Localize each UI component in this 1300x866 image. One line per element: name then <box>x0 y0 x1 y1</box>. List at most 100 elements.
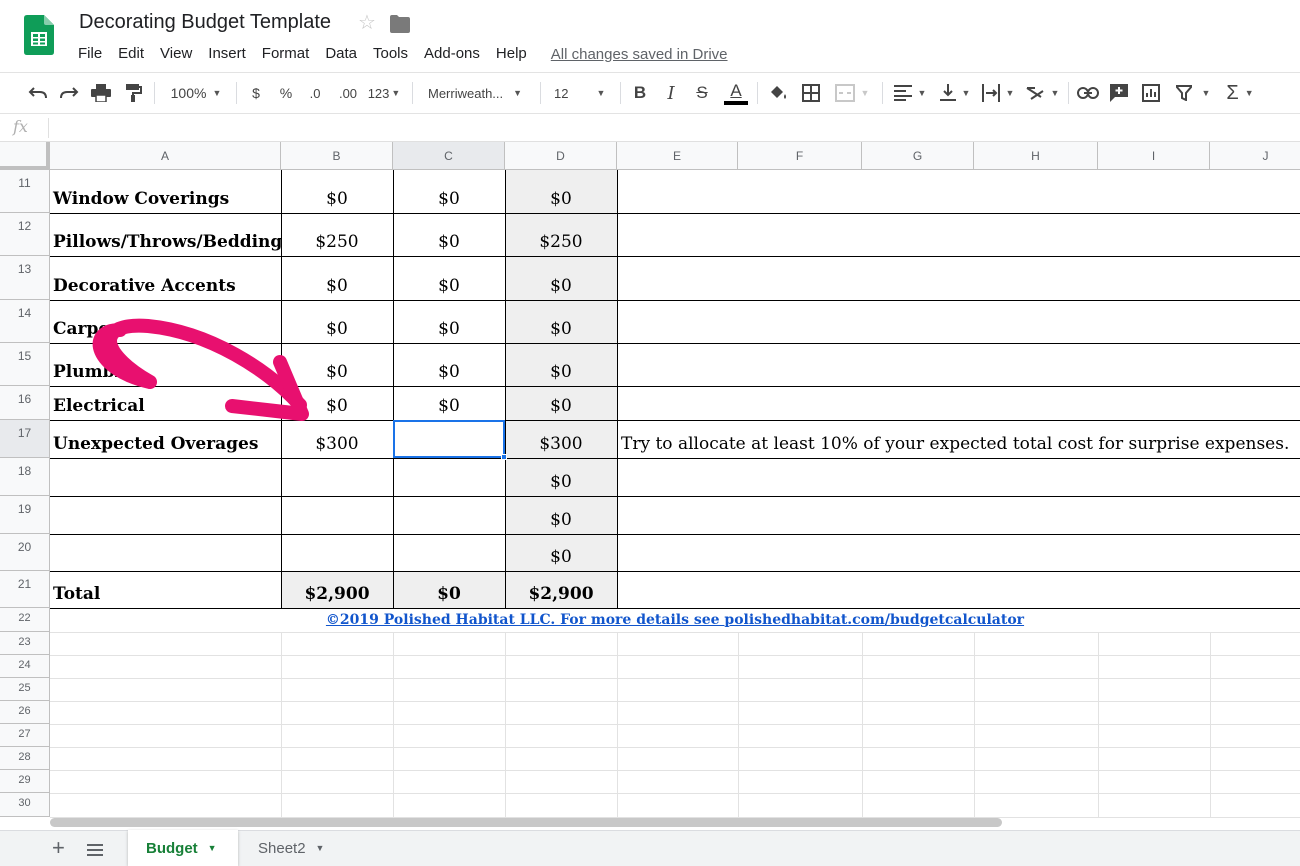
row-header-11[interactable]: 11 <box>0 170 50 213</box>
row-header-27[interactable]: 27 <box>0 724 50 747</box>
column-header-i[interactable]: I <box>1098 142 1210 170</box>
row-header-30[interactable]: 30 <box>0 793 50 817</box>
strikethrough-button[interactable]: S <box>692 73 712 113</box>
row-header-18[interactable]: 18 <box>0 458 50 496</box>
horizontal-scrollbar[interactable] <box>50 818 1002 827</box>
menu-data[interactable]: Data <box>317 44 365 64</box>
column-header-h[interactable]: H <box>974 142 1098 170</box>
cell-c16[interactable]: $0 <box>393 386 505 420</box>
formula-input[interactable] <box>56 118 1286 138</box>
cell-c14[interactable]: $0 <box>393 300 505 343</box>
spreadsheet-grid[interactable]: A B C D E F G H I J 11 12 13 14 15 16 17… <box>0 142 1300 830</box>
cell-c21[interactable]: $0 <box>393 571 505 608</box>
column-header-f[interactable]: F <box>738 142 862 170</box>
cell-b14[interactable]: $0 <box>281 300 393 343</box>
bold-button[interactable]: B <box>630 73 650 113</box>
insert-comment-button[interactable] <box>1108 73 1130 113</box>
cell-d11[interactable]: $0 <box>505 170 617 213</box>
horizontal-align-button[interactable]: ▼ <box>892 73 928 113</box>
cell-c15[interactable]: $0 <box>393 343 505 386</box>
functions-button[interactable]: Σ ▼ <box>1222 73 1258 113</box>
cell-c13[interactable]: $0 <box>393 256 505 300</box>
vertical-align-button[interactable]: ▼ <box>937 73 973 113</box>
copyright-link[interactable]: ©2019 Polished Habitat LLC. For more det… <box>50 608 1300 632</box>
cell-a17[interactable]: Unexpected Overages <box>50 420 281 458</box>
row-header-16[interactable]: 16 <box>0 386 50 420</box>
row-header-26[interactable]: 26 <box>0 701 50 724</box>
row-header-23[interactable]: 23 <box>0 632 50 655</box>
menu-tools[interactable]: Tools <box>365 44 416 64</box>
row-header-20[interactable]: 20 <box>0 534 50 571</box>
cell-a14[interactable]: Carpe <box>50 300 281 343</box>
menu-edit[interactable]: Edit <box>110 44 152 64</box>
document-title[interactable]: Decorating Budget Template <box>79 11 331 34</box>
column-header-d[interactable]: D <box>505 142 617 170</box>
cell-d16[interactable]: $0 <box>505 386 617 420</box>
row-header-21[interactable]: 21 <box>0 571 50 608</box>
text-rotation-button[interactable]: ▼ <box>1024 73 1060 113</box>
filter-button[interactable]: ▼ <box>1172 73 1214 113</box>
active-cell-selection[interactable] <box>393 420 505 458</box>
cell-d13[interactable]: $0 <box>505 256 617 300</box>
cell-b15[interactable]: $0 <box>281 343 393 386</box>
column-header-j[interactable]: J <box>1210 142 1300 170</box>
sheets-logo-icon[interactable] <box>24 15 54 55</box>
row-header-19[interactable]: 19 <box>0 496 50 534</box>
row-header-29[interactable]: 29 <box>0 770 50 793</box>
cell-d12[interactable]: $250 <box>505 213 617 256</box>
row-header-13[interactable]: 13 <box>0 256 50 300</box>
menu-addons[interactable]: Add-ons <box>416 44 488 64</box>
row-header-15[interactable]: 15 <box>0 343 50 386</box>
fill-handle[interactable] <box>501 454 507 460</box>
fill-color-button[interactable] <box>767 73 789 113</box>
column-header-c[interactable]: C <box>393 142 505 170</box>
all-sheets-menu-icon[interactable] <box>87 844 103 856</box>
tab-sheet2[interactable]: Sheet2 ▼ <box>240 830 342 866</box>
cell-a15[interactable]: Plumbi <box>50 343 281 386</box>
add-sheet-button[interactable]: + <box>52 837 65 859</box>
cell-a11[interactable]: Window Coverings <box>50 170 281 213</box>
print-button[interactable] <box>89 73 113 113</box>
row-header-22[interactable]: 22 <box>0 608 50 632</box>
menu-help[interactable]: Help <box>488 44 535 64</box>
column-header-g[interactable]: G <box>862 142 974 170</box>
cell-b12[interactable]: $250 <box>281 213 393 256</box>
text-color-button[interactable]: A <box>723 73 749 113</box>
row-header-14[interactable]: 14 <box>0 300 50 343</box>
more-formats-button[interactable]: 123 ▼ <box>366 73 402 113</box>
insert-chart-button[interactable] <box>1140 73 1162 113</box>
undo-button[interactable] <box>26 73 50 113</box>
menu-file[interactable]: File <box>70 44 110 64</box>
cell-a21[interactable]: Total <box>50 571 281 608</box>
text-wrapping-button[interactable]: ▼ <box>980 73 1016 113</box>
row-header-24[interactable]: 24 <box>0 655 50 678</box>
cell-b11[interactable]: $0 <box>281 170 393 213</box>
cell-b21[interactable]: $2,900 <box>281 571 393 608</box>
cell-c12[interactable]: $0 <box>393 213 505 256</box>
cell-d19[interactable]: $0 <box>505 496 617 534</box>
zoom-select[interactable]: 100% ▼ <box>164 73 228 113</box>
cell-b17[interactable]: $300 <box>281 420 393 458</box>
column-header-a[interactable]: A <box>50 142 281 170</box>
cell-b13[interactable]: $0 <box>281 256 393 300</box>
cell-a12[interactable]: Pillows/Throws/Bedding <box>50 213 282 256</box>
cell-d17[interactable]: $300 <box>505 420 617 458</box>
font-family-select[interactable]: Merriweath... ▼ <box>428 73 530 113</box>
star-icon[interactable]: ☆ <box>358 11 376 35</box>
decrease-decimals-button[interactable]: .0 <box>303 73 327 113</box>
currency-format-button[interactable]: $ <box>246 73 266 113</box>
borders-button[interactable] <box>800 73 822 113</box>
cell-d21[interactable]: $2,900 <box>505 571 617 608</box>
percent-format-button[interactable]: % <box>276 73 296 113</box>
cell-b16[interactable]: $0 <box>281 386 393 420</box>
cell-a16[interactable]: Electrical <box>50 386 281 420</box>
merge-cells-button[interactable]: ▼ <box>832 73 872 113</box>
cell-d18[interactable]: $0 <box>505 458 617 496</box>
folder-icon[interactable] <box>390 15 410 33</box>
column-header-b[interactable]: B <box>281 142 393 170</box>
save-status-link[interactable]: All changes saved in Drive <box>551 46 728 63</box>
menu-format[interactable]: Format <box>254 44 318 64</box>
row-header-25[interactable]: 25 <box>0 678 50 701</box>
cell-a13[interactable]: Decorative Accents <box>50 256 281 300</box>
tab-budget[interactable]: Budget ▼ <box>128 830 238 866</box>
